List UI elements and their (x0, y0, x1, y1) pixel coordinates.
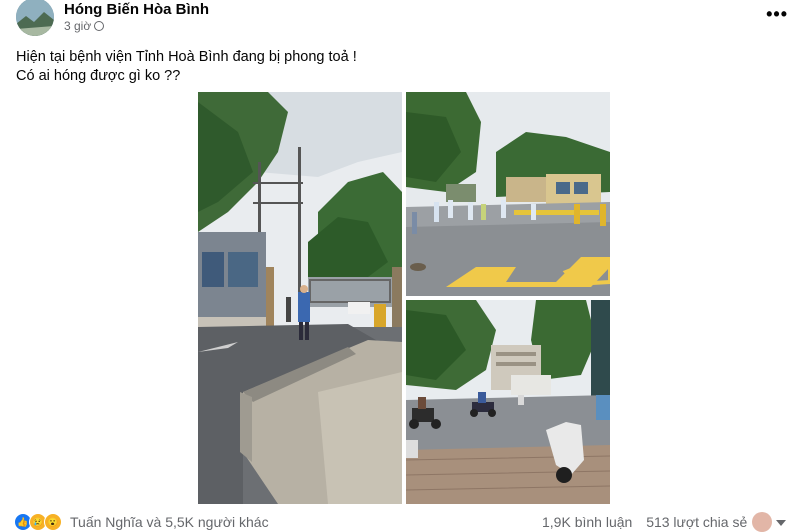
post-stats: 1,9K bình luận 513 lượt chia sẻ (542, 514, 747, 530)
photo-checkpoint[interactable] (406, 92, 610, 296)
post-time[interactable]: 3 giờ (64, 19, 105, 33)
reaction-summary[interactable]: 👍 😢 😮 (14, 513, 62, 531)
globe-icon (94, 21, 105, 31)
facebook-post: Hóng Biến Hòa Bình 3 giờ ••• Hiện tại bệ… (0, 0, 800, 532)
photo-gallery (198, 92, 610, 504)
post-text-line: Hiện tại bệnh viện Tỉnh Hoà Bình đang bị… (16, 49, 357, 65)
chevron-down-icon[interactable] (776, 520, 786, 526)
more-options-button[interactable]: ••• (766, 4, 788, 25)
post-text: Hiện tại bệnh viện Tỉnh Hoà Bình đang bị… (16, 48, 357, 86)
wow-icon: 😮 (44, 513, 62, 531)
photo-street[interactable] (406, 300, 610, 504)
share-count[interactable]: 513 lượt chia sẻ (646, 514, 747, 530)
post-timestamp[interactable]: 3 giờ (64, 19, 91, 33)
post-text-line: Có ai hóng được gì ko ?? (16, 68, 181, 84)
viewer-avatar[interactable] (752, 512, 772, 532)
photo-hospital-gate[interactable] (198, 92, 402, 504)
page-avatar[interactable] (16, 0, 54, 36)
comment-count[interactable]: 1,9K bình luận (542, 514, 632, 530)
post-author[interactable]: Hóng Biến Hòa Bình (64, 1, 209, 18)
reaction-names[interactable]: Tuấn Nghĩa và 5,5K người khác (70, 514, 269, 530)
